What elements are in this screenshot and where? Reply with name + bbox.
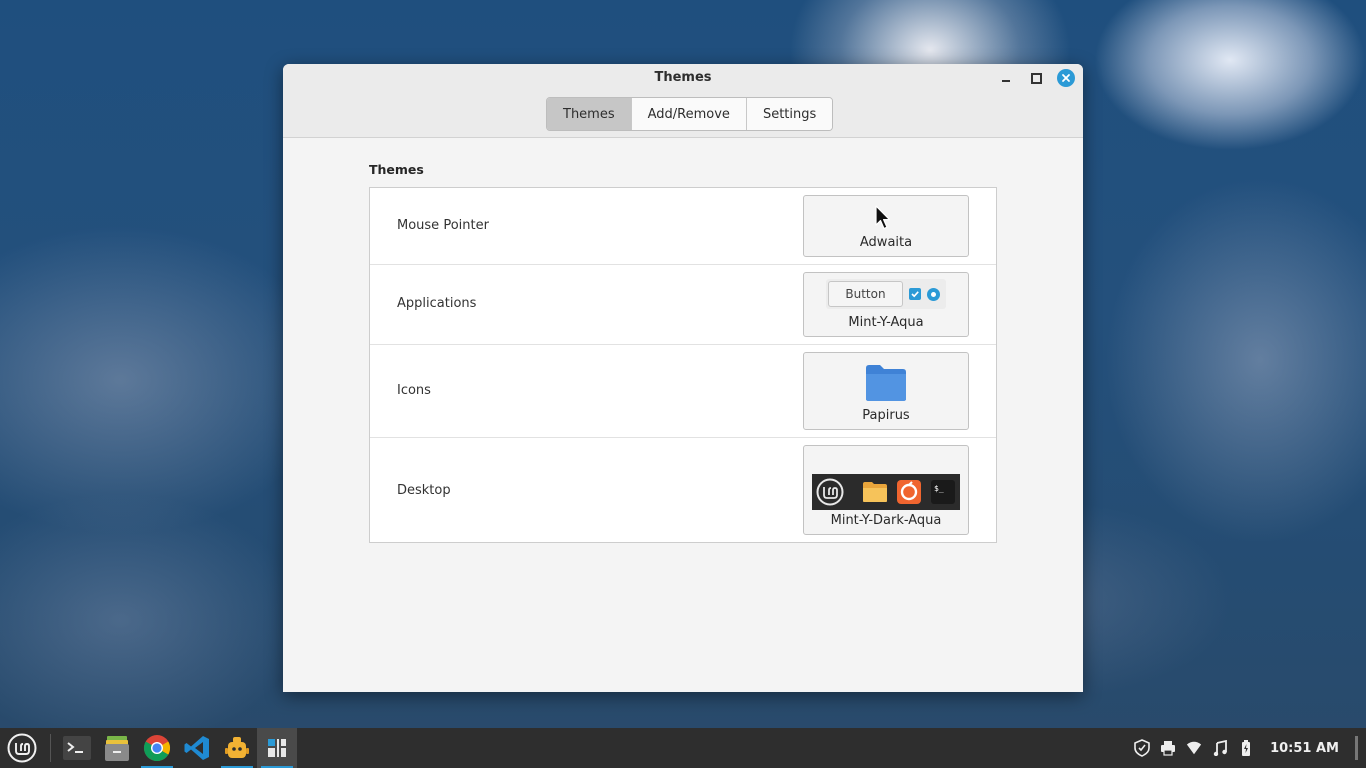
maximize-button[interactable] bbox=[1027, 69, 1045, 87]
row-desktop: Desktop $_ Mint-Y-Dark-Aqua bbox=[370, 438, 996, 544]
show-desktop-button[interactable] bbox=[1355, 736, 1358, 760]
app-icon bbox=[225, 737, 249, 758]
terminal-icon: $_ bbox=[931, 480, 955, 504]
row-label: Applications bbox=[397, 296, 477, 311]
taskbar: 10:51 AM bbox=[0, 728, 1366, 768]
window-title: Themes bbox=[654, 70, 712, 85]
file-manager-icon bbox=[105, 736, 129, 761]
tab-bar: Themes Add/Remove Settings bbox=[546, 97, 834, 131]
section-title: Themes bbox=[369, 162, 424, 177]
applications-preview: Button bbox=[826, 279, 946, 309]
taskbar-chrome[interactable] bbox=[137, 728, 177, 768]
system-tray: 10:51 AM bbox=[1134, 728, 1366, 768]
picker-value: Papirus bbox=[862, 408, 910, 423]
folder-icon bbox=[866, 365, 906, 401]
svg-text:$_: $_ bbox=[934, 484, 944, 493]
row-mouse-pointer: Mouse Pointer Adwaita bbox=[370, 188, 996, 265]
vscode-icon bbox=[184, 736, 209, 760]
picker-value: Mint-Y-Aqua bbox=[848, 315, 924, 330]
tab-add-remove[interactable]: Add/Remove bbox=[631, 98, 747, 130]
titlebar[interactable]: Themes Themes Add/Remove Settings bbox=[283, 64, 1083, 138]
row-label: Desktop bbox=[397, 483, 451, 498]
desktop-picker[interactable]: $_ Mint-Y-Dark-Aqua bbox=[803, 445, 969, 535]
radio-icon bbox=[926, 287, 940, 301]
music-icon[interactable] bbox=[1212, 740, 1228, 756]
wifi-icon[interactable] bbox=[1186, 740, 1202, 756]
icons-picker[interactable]: Papirus bbox=[803, 352, 969, 430]
minimize-button[interactable] bbox=[997, 69, 1015, 87]
row-label: Mouse Pointer bbox=[397, 218, 489, 233]
themes-panel: Mouse Pointer Adwaita Applications Butto… bbox=[369, 187, 997, 543]
row-applications: Applications Button Mint-Y-Aqua bbox=[370, 265, 996, 345]
chrome-icon bbox=[143, 735, 171, 762]
mint-menu-icon bbox=[7, 733, 37, 763]
tab-themes[interactable]: Themes bbox=[547, 98, 632, 130]
preview-button: Button bbox=[828, 281, 903, 307]
folder-icon bbox=[863, 482, 887, 502]
themes-window: Themes Themes Add/Remove Settings Themes… bbox=[283, 64, 1083, 692]
taskbar-themes[interactable] bbox=[257, 728, 297, 768]
shield-icon[interactable] bbox=[1134, 739, 1150, 757]
taskbar-terminal[interactable] bbox=[57, 728, 97, 768]
content-area: Themes Mouse Pointer Adwaita Application… bbox=[283, 138, 1083, 692]
mint-logo-icon bbox=[816, 478, 844, 506]
window-controls bbox=[997, 69, 1075, 87]
terminal-icon bbox=[63, 736, 91, 760]
battery-icon[interactable] bbox=[1238, 740, 1254, 756]
picker-value: Mint-Y-Dark-Aqua bbox=[830, 513, 942, 528]
taskbar-file-manager[interactable] bbox=[97, 728, 137, 768]
row-icons: Icons Papirus bbox=[370, 345, 996, 438]
applications-picker[interactable]: Button Mint-Y-Aqua bbox=[803, 272, 969, 337]
close-icon bbox=[1062, 74, 1070, 82]
desktop-preview: $_ bbox=[812, 474, 960, 510]
close-button[interactable] bbox=[1057, 69, 1075, 87]
taskbar-app[interactable] bbox=[217, 728, 257, 768]
printer-icon[interactable] bbox=[1160, 740, 1176, 756]
row-label: Icons bbox=[397, 383, 431, 398]
taskbar-separator bbox=[50, 734, 51, 762]
tab-settings[interactable]: Settings bbox=[746, 98, 833, 130]
checkbox-icon bbox=[908, 288, 921, 300]
menu-button[interactable] bbox=[0, 728, 44, 768]
picker-value: Adwaita bbox=[859, 235, 913, 250]
taskbar-vscode[interactable] bbox=[177, 728, 217, 768]
clock[interactable]: 10:51 AM bbox=[1270, 741, 1339, 756]
themes-app-icon bbox=[268, 739, 286, 757]
mouse-cursor-icon bbox=[875, 205, 891, 230]
firefox-icon bbox=[897, 480, 921, 504]
